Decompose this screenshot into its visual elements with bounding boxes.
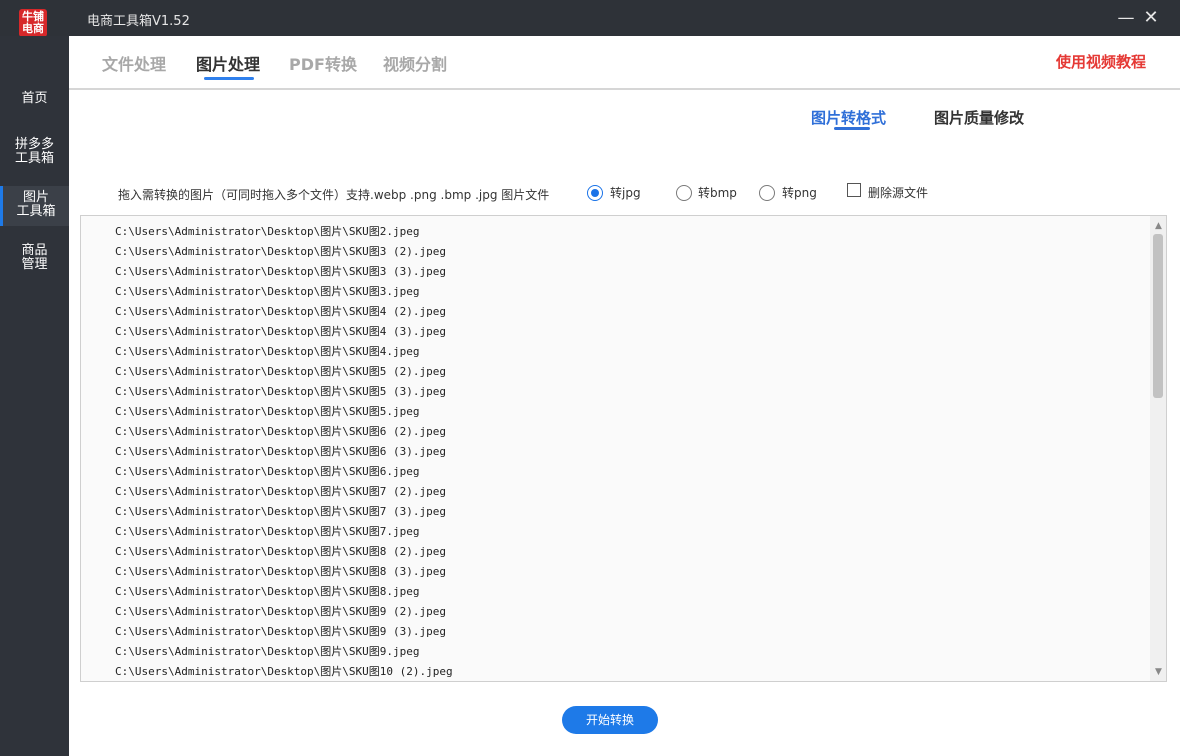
tab-pdf-conversion[interactable]: PDF转换 [289, 51, 357, 75]
app-logo: 牛铺电商 [19, 9, 47, 37]
close-button[interactable]: ✕ [1141, 8, 1161, 28]
sidebar-item-image-toolbox[interactable]: 图片 工具箱 [0, 186, 69, 226]
radio-to-jpg[interactable] [587, 185, 603, 201]
radio-to-bmp[interactable] [676, 185, 692, 201]
delete-source-checkbox[interactable] [847, 183, 861, 197]
delete-source-label[interactable]: 删除源文件 [868, 184, 928, 201]
list-item[interactable]: C:\Users\Administrator\Desktop\图片\SKU图5.… [115, 403, 420, 419]
app-title: 电商工具箱V1.52 [87, 14, 190, 29]
sidebar-item-label: 商品 [21, 243, 48, 258]
list-item[interactable]: C:\Users\Administrator\Desktop\图片\SKU图9 … [115, 603, 446, 619]
list-item[interactable]: C:\Users\Administrator\Desktop\图片\SKU图3 … [115, 263, 446, 279]
tab-video-split[interactable]: 视频分割 [383, 51, 447, 75]
sidebar-item-label: 图片 [22, 190, 49, 205]
sidebar-item-label: 管理 [21, 257, 48, 272]
radio-to-jpg-label[interactable]: 转jpg [610, 184, 641, 201]
scroll-down-arrow-icon[interactable]: ▼ [1150, 664, 1166, 680]
sidebar-item-label: 首页 [21, 91, 48, 106]
radio-to-bmp-label[interactable]: 转bmp [698, 184, 737, 201]
list-item[interactable]: C:\Users\Administrator\Desktop\图片\SKU图7 … [115, 483, 446, 499]
list-item[interactable]: C:\Users\Administrator\Desktop\图片\SKU图6.… [115, 463, 420, 479]
list-item[interactable]: C:\Users\Administrator\Desktop\图片\SKU图6 … [115, 443, 446, 459]
list-item[interactable]: C:\Users\Administrator\Desktop\图片\SKU图9 … [115, 623, 446, 639]
video-tutorial-link[interactable]: 使用视频教程 [1056, 51, 1146, 72]
scrollbar-thumb[interactable] [1153, 234, 1163, 398]
sidebar-item-product-management[interactable]: 商品 管理 [0, 244, 69, 272]
sidebar-item-pdd-toolbox[interactable]: 拼多多 工具箱 [0, 138, 69, 166]
vertical-scrollbar[interactable]: ▲ ▼ [1150, 216, 1166, 681]
list-item[interactable]: C:\Users\Administrator\Desktop\图片\SKU图5 … [115, 383, 446, 399]
radio-to-png[interactable] [759, 185, 775, 201]
list-item[interactable]: C:\Users\Administrator\Desktop\图片\SKU图5 … [115, 363, 446, 379]
tab-file-processing[interactable]: 文件处理 [102, 51, 166, 75]
start-convert-button[interactable]: 开始转换 [562, 706, 658, 734]
list-item[interactable]: C:\Users\Administrator\Desktop\图片\SKU图4 … [115, 303, 446, 319]
drop-hint-text: 拖入需转换的图片（可同时拖入多个文件）支持.webp .png .bmp .jp… [118, 188, 550, 202]
list-item[interactable]: C:\Users\Administrator\Desktop\图片\SKU图9.… [115, 643, 420, 659]
subtab-format-convert[interactable]: 图片转格式 [811, 107, 886, 128]
list-item[interactable]: C:\Users\Administrator\Desktop\图片\SKU图7 … [115, 503, 446, 519]
list-item[interactable]: C:\Users\Administrator\Desktop\图片\SKU图8.… [115, 583, 420, 599]
active-tab-indicator [204, 77, 254, 80]
sidebar: 首页 拼多多 工具箱 图片 工具箱 商品 管理 [0, 36, 69, 756]
list-item[interactable]: C:\Users\Administrator\Desktop\图片\SKU图10… [115, 663, 453, 679]
list-item[interactable]: C:\Users\Administrator\Desktop\图片\SKU图2.… [115, 223, 420, 239]
list-item[interactable]: C:\Users\Administrator\Desktop\图片\SKU图4 … [115, 323, 446, 339]
list-item[interactable]: C:\Users\Administrator\Desktop\图片\SKU图7.… [115, 523, 420, 539]
sidebar-item-home[interactable]: 首页 [0, 92, 69, 106]
list-item[interactable]: C:\Users\Administrator\Desktop\图片\SKU图8 … [115, 563, 446, 579]
file-list[interactable]: C:\Users\Administrator\Desktop\图片\SKU图2.… [80, 215, 1167, 682]
main-tab-bar: 文件处理 图片处理 PDF转换 视频分割 使用视频教程 [69, 36, 1180, 90]
list-item[interactable]: C:\Users\Administrator\Desktop\图片\SKU图6 … [115, 423, 446, 439]
subtab-quality-modify[interactable]: 图片质量修改 [934, 107, 1024, 128]
list-item[interactable]: C:\Users\Administrator\Desktop\图片\SKU图4.… [115, 343, 420, 359]
minimize-button[interactable]: — [1116, 8, 1136, 28]
sidebar-item-label: 工具箱 [16, 204, 56, 219]
radio-to-png-label[interactable]: 转png [782, 184, 817, 201]
scroll-up-arrow-icon[interactable]: ▲ [1150, 218, 1166, 234]
sidebar-item-label: 工具箱 [14, 151, 54, 166]
list-item[interactable]: C:\Users\Administrator\Desktop\图片\SKU图3.… [115, 283, 420, 299]
active-subtab-indicator [834, 127, 870, 130]
title-bar: 牛铺电商 电商工具箱V1.52 — ✕ [0, 0, 1180, 37]
sidebar-item-label: 拼多多 [14, 137, 54, 152]
tab-image-processing[interactable]: 图片处理 [196, 51, 260, 75]
list-item[interactable]: C:\Users\Administrator\Desktop\图片\SKU图8 … [115, 543, 446, 559]
list-item[interactable]: C:\Users\Administrator\Desktop\图片\SKU图3 … [115, 243, 446, 259]
